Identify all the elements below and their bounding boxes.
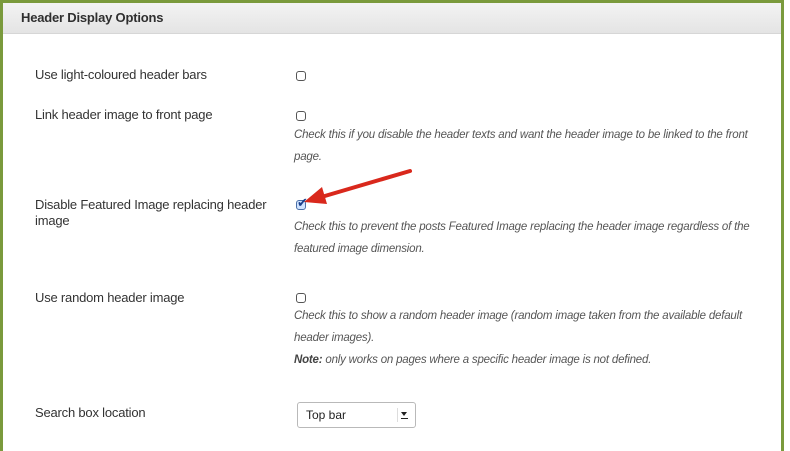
dropdown-arrow-icon xyxy=(397,408,411,422)
link-header-image-checkbox[interactable] xyxy=(296,111,306,121)
settings-panel: Header Display Options Use light-coloure… xyxy=(0,0,784,451)
panel-header: Header Display Options xyxy=(3,3,781,34)
option-label-random-header-image: Use random header image xyxy=(35,290,185,305)
random-header-image-description: Check this to show a random header image… xyxy=(294,305,764,371)
search-box-location-select[interactable]: Top bar xyxy=(297,402,416,428)
panel-title: Header Display Options xyxy=(21,10,164,25)
search-box-location-label: Search box location xyxy=(35,405,146,420)
link-header-image-description: Check this if you disable the header tex… xyxy=(294,129,748,163)
light-header-bars-checkbox[interactable] xyxy=(296,71,306,81)
random-header-image-note: Note: only works on pages where a specif… xyxy=(294,354,652,366)
option-label-link-header-image: Link header image to front page xyxy=(35,107,213,122)
search-box-location-value: Top bar xyxy=(306,408,347,422)
option-label-disable-featured-image: Disable Featured Image replacing header … xyxy=(35,197,267,228)
annotation-arrow-icon xyxy=(304,169,412,204)
option-label-light-header-bars: Use light-coloured header bars xyxy=(35,67,207,82)
random-header-image-checkbox[interactable] xyxy=(296,293,306,303)
disable-featured-image-description: Check this to prevent the posts Featured… xyxy=(294,221,750,255)
